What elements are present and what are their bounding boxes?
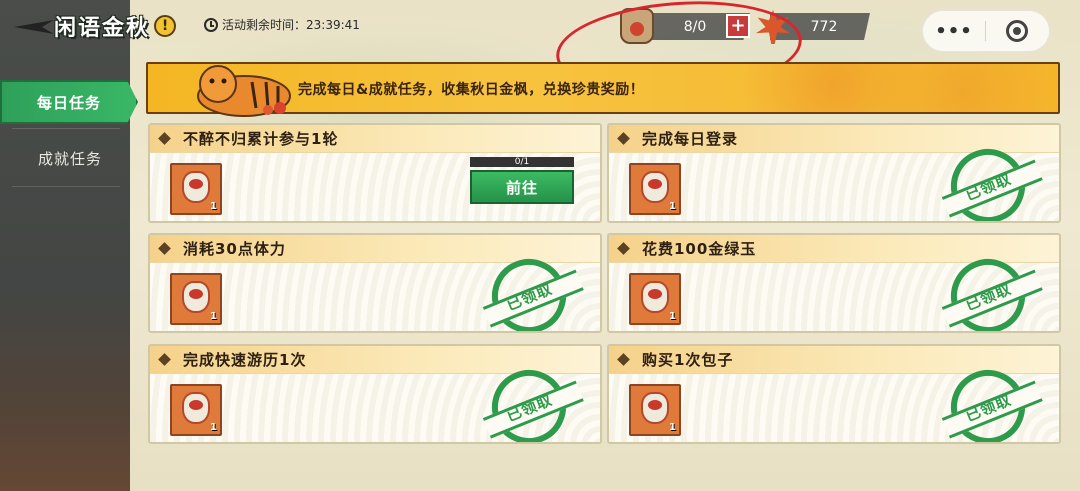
- reward-count: 1: [210, 201, 217, 212]
- leaf-count: 772: [810, 18, 838, 35]
- claimed-label: 已领取: [503, 279, 555, 314]
- task-title: 不醉不归累计参与1轮: [183, 130, 339, 148]
- task-header: 不醉不归累计参与1轮: [150, 125, 600, 153]
- task-title: 完成快速游历1次: [183, 351, 307, 369]
- reward-item[interactable]: 1: [629, 273, 681, 325]
- clock-icon: [204, 17, 218, 32]
- reward-count: 1: [669, 201, 676, 212]
- gift-bag-icon: [182, 171, 210, 203]
- task-card: 消耗30点体力 1 已领取: [148, 233, 602, 333]
- task-card: 购买1次包子 1 已领取: [607, 344, 1061, 444]
- task-card: 完成每日登录 1 已领取: [607, 123, 1061, 223]
- sidebar-item-achievement-tasks[interactable]: 成就任务: [10, 136, 130, 180]
- reward-count: 1: [669, 422, 676, 433]
- task-body: 1 已领取: [609, 137, 1059, 221]
- task-title: 完成每日登录: [642, 130, 739, 148]
- close-target-icon[interactable]: [1006, 20, 1028, 42]
- gift-bag-icon: [641, 392, 669, 424]
- more-dots-icon[interactable]: •••: [923, 21, 985, 42]
- sidebar-item-daily-tasks[interactable]: 每日任务: [0, 80, 138, 124]
- event-logo: 闲语金秋 !: [10, 8, 177, 44]
- diamond-bullet-icon: [158, 242, 171, 255]
- task-body: 1 0/1 前往: [150, 153, 600, 221]
- banner-text: 完成每日&成就任务，收集秋日金枫，兑换珍贵奖励！: [298, 82, 645, 98]
- claimed-label: 已领取: [962, 279, 1014, 314]
- diamond-bullet-icon: [158, 132, 171, 145]
- task-card: 完成快速游历1次 1 已领取: [148, 344, 602, 444]
- reward-count: 1: [210, 422, 217, 433]
- tiger-mascot-icon: [197, 65, 291, 117]
- claimed-label: 已领取: [962, 169, 1014, 204]
- task-body: 1 已领取: [150, 358, 600, 442]
- sidebar-divider: [12, 186, 120, 187]
- info-warning-icon[interactable]: !: [154, 15, 177, 37]
- gift-bag-icon: [641, 171, 669, 203]
- task-card: 不醉不归累计参与1轮 1 0/1 前往: [148, 123, 602, 223]
- task-body: 1 已领取: [150, 247, 600, 331]
- task-body: 1 已领取: [609, 247, 1059, 331]
- diamond-bullet-icon: [617, 353, 630, 366]
- timer-label: 活动剩余时间：23:39:41: [222, 18, 360, 32]
- capsule-divider: [985, 21, 986, 41]
- task-title: 购买1次包子: [642, 351, 734, 369]
- reward-item[interactable]: 1: [629, 163, 681, 215]
- go-button[interactable]: 前往: [470, 170, 574, 204]
- diamond-bullet-icon: [617, 242, 630, 255]
- sidebar-divider: [12, 128, 120, 129]
- reward-count: 1: [210, 311, 217, 322]
- task-progress: 0/1: [470, 157, 574, 167]
- task-body: 1 已领取: [609, 358, 1059, 442]
- event-timer: 活动剩余时间：23:39:41: [204, 16, 360, 33]
- gift-bag-icon: [182, 392, 210, 424]
- reward-item[interactable]: 1: [170, 273, 222, 325]
- diamond-bullet-icon: [158, 353, 171, 366]
- task-title: 花费100金绿玉: [642, 240, 757, 258]
- sidebar: [0, 0, 130, 491]
- claimed-label: 已领取: [503, 390, 555, 425]
- reward-item[interactable]: 1: [170, 163, 222, 215]
- reward-item[interactable]: 1: [629, 384, 681, 436]
- gift-bag-icon: [182, 281, 210, 313]
- reward-item[interactable]: 1: [170, 384, 222, 436]
- sidebar-scenery: [0, 291, 130, 491]
- gift-bag-icon: [641, 281, 669, 313]
- task-card: 花费100金绿玉 1 已领取: [607, 233, 1061, 333]
- claimed-label: 已领取: [962, 390, 1014, 425]
- reward-count: 1: [669, 311, 676, 322]
- brush-icon: [10, 12, 54, 40]
- event-banner: 完成每日&成就任务，收集秋日金枫，兑换珍贵奖励！: [146, 62, 1060, 117]
- event-title: 闲语金秋: [54, 15, 151, 41]
- task-title: 消耗30点体力: [183, 240, 286, 258]
- mini-program-capsule: •••: [922, 10, 1050, 52]
- diamond-bullet-icon: [617, 132, 630, 145]
